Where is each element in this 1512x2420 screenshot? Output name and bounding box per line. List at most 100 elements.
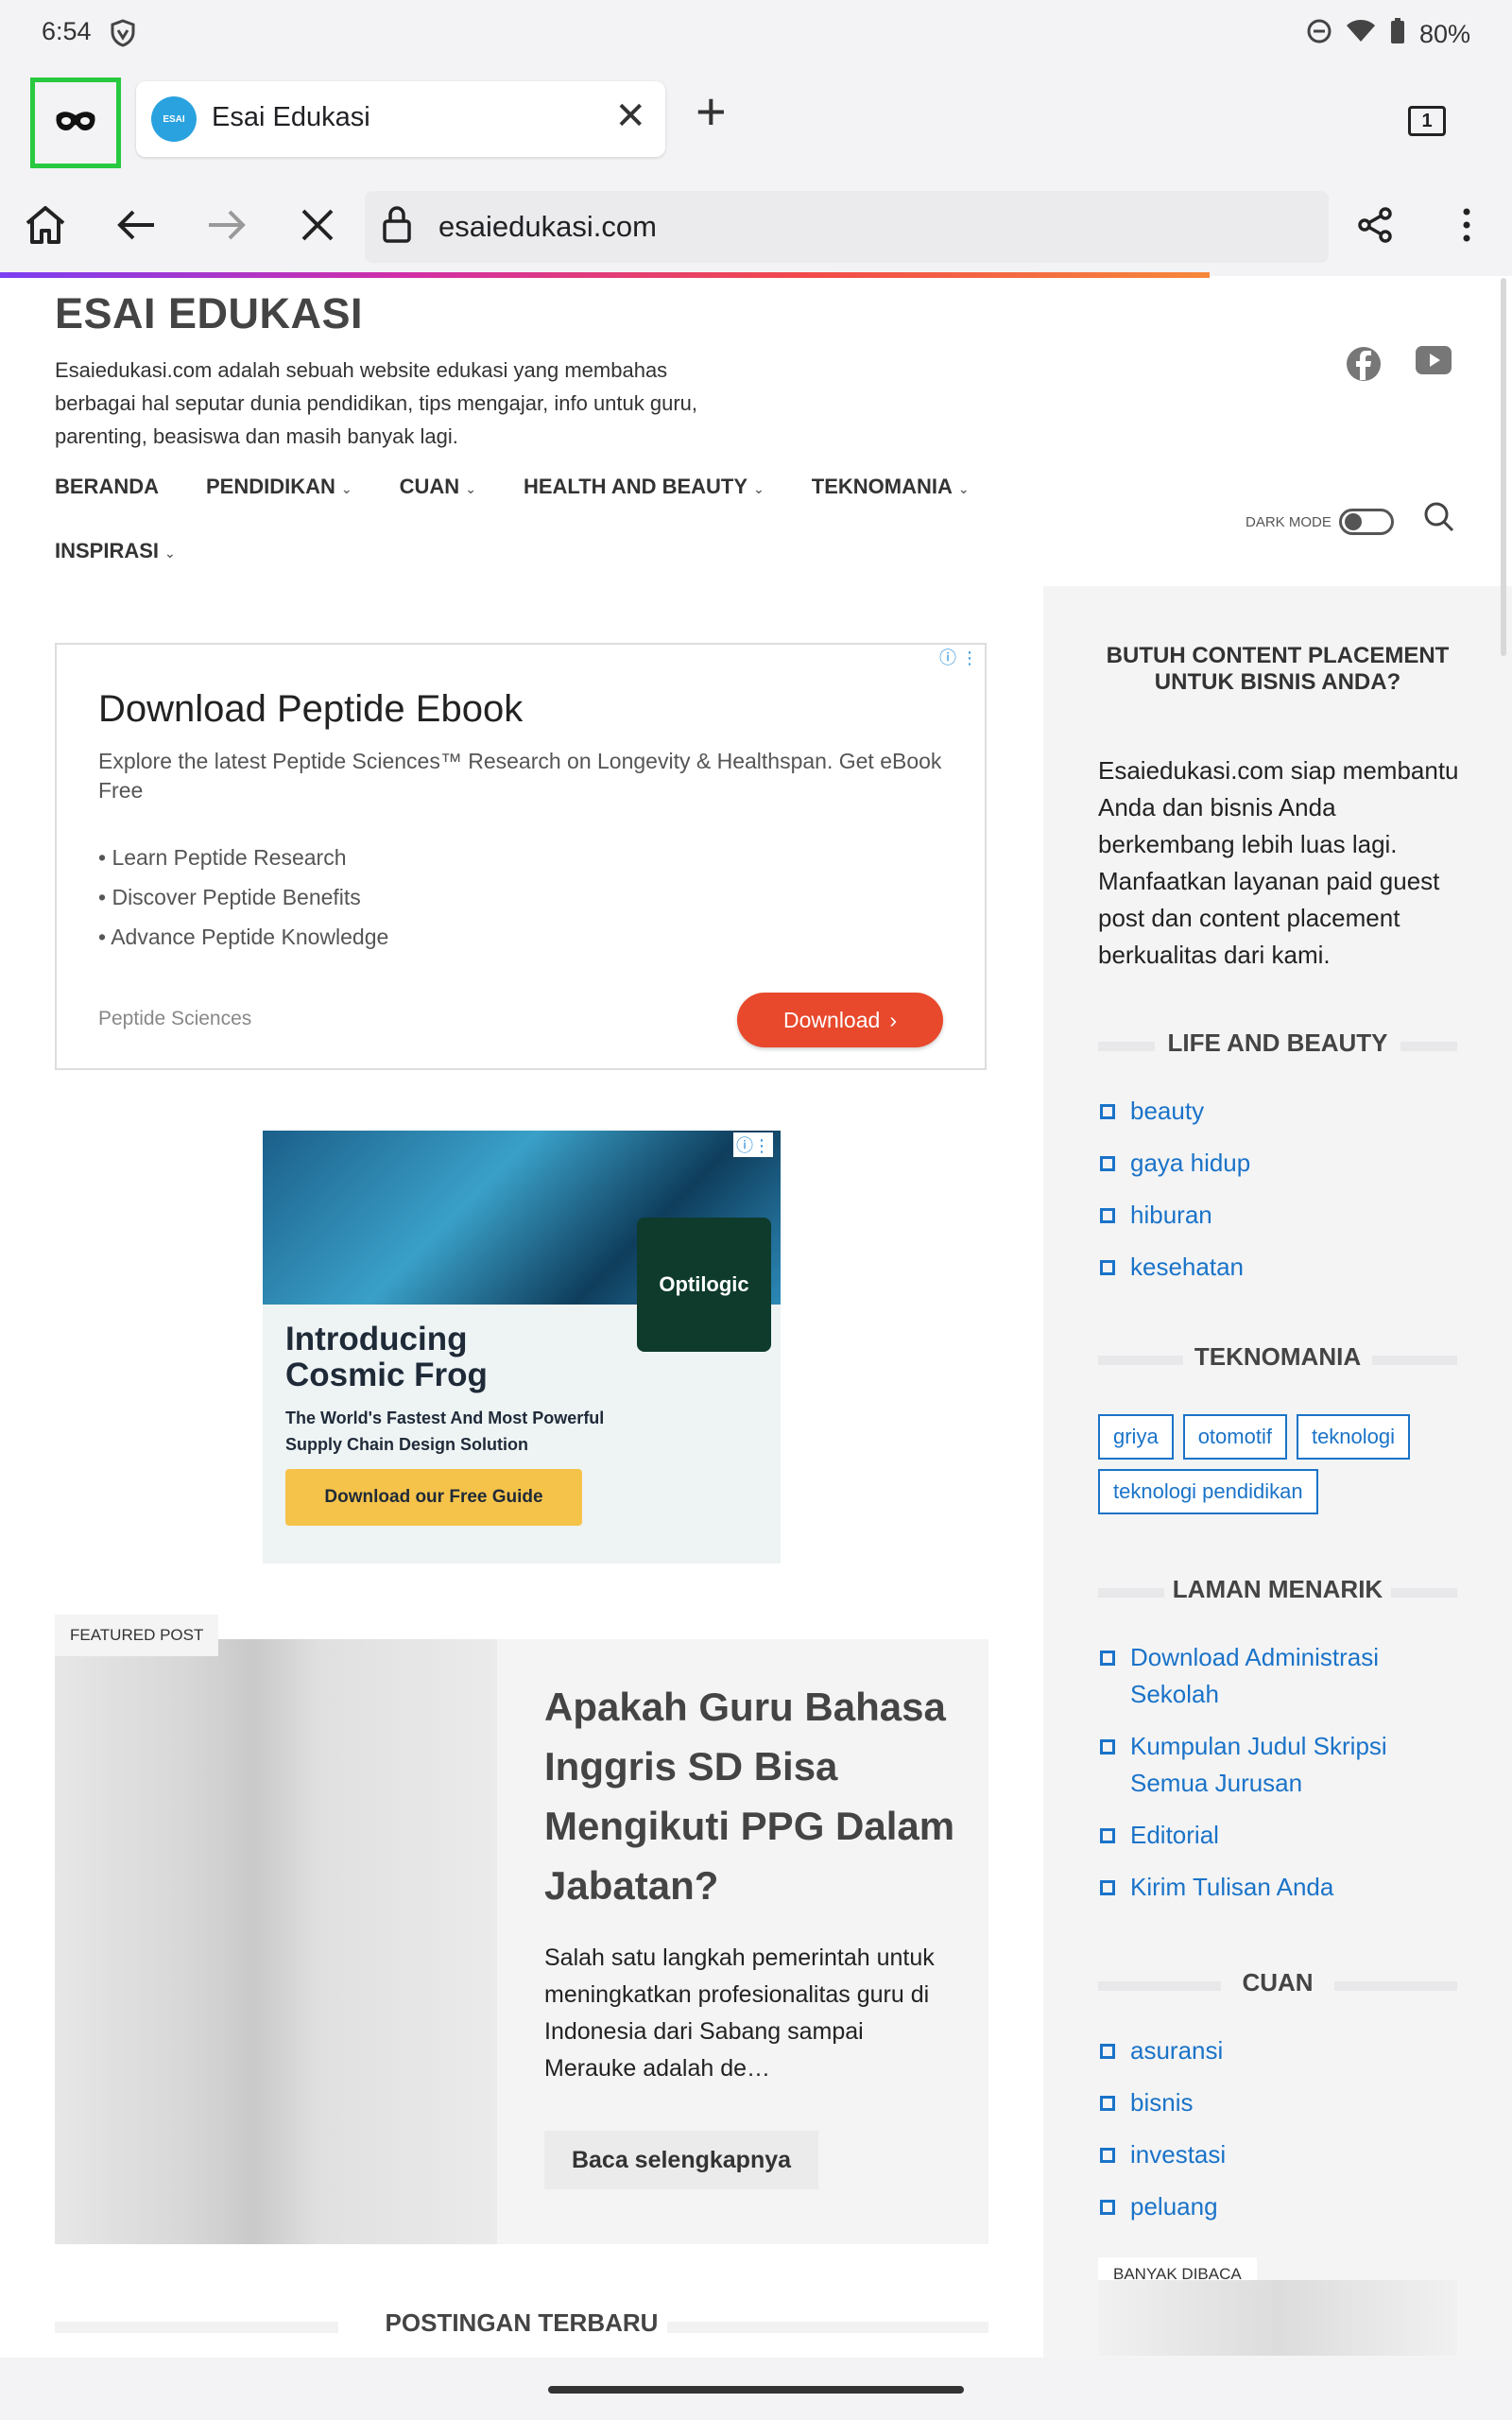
forward-arrow-icon[interactable] — [198, 197, 255, 253]
sidebar: BUTUH CONTENT PLACEMENT UNTUK BISNIS AND… — [1043, 586, 1512, 2363]
ad-bullet: • Discover Peptide Benefits — [98, 885, 361, 909]
facebook-icon[interactable] — [1346, 346, 1382, 390]
close-tab-icon[interactable]: ✕ — [614, 95, 646, 138]
laman-menarik-list: Download Administrasi Sekolah Kumpulan J… — [1098, 1639, 1467, 1921]
featured-post-image[interactable] — [55, 1639, 497, 2244]
mask-icon — [55, 110, 96, 137]
featured-post-title[interactable]: Apakah Guru Bahasa Inggris SD Bisa Mengi… — [544, 1677, 960, 1915]
home-icon[interactable] — [17, 197, 74, 253]
nav-teknomania[interactable]: TEKNOMANIA ⌄ — [812, 475, 970, 499]
nav-pendidikan-label: PENDIDIKAN — [206, 475, 335, 498]
cuan-heading: CUAN — [1098, 1964, 1457, 2002]
tab-esai-edukasi[interactable]: ESAI Esai Edukasi ✕ — [136, 81, 665, 157]
sidebar-link-kesehatan[interactable]: kesehatan — [1098, 1249, 1467, 1286]
sidebar-link-editorial[interactable]: Editorial — [1098, 1817, 1467, 1854]
read-more-button[interactable]: Baca selengkapnya — [544, 2131, 818, 2189]
status-time: 6:54 — [42, 17, 92, 45]
sidebar-link-judul-skripsi[interactable]: Kumpulan Judul Skripsi Semua Jurusan — [1098, 1728, 1467, 1802]
share-icon[interactable] — [1348, 197, 1404, 253]
nav-inspirasi[interactable]: INSPIRASI ⌄ — [55, 539, 176, 563]
new-tab-plus-icon[interactable]: + — [696, 85, 727, 138]
sidebar-link-kirim-tulisan[interactable]: Kirim Tulisan Anda — [1098, 1869, 1467, 1906]
status-icons: 80% — [1306, 17, 1470, 52]
ad-bullet-text: Discover Peptide Benefits — [112, 885, 361, 909]
browser-toolbar: esaiedukasi.com — [0, 174, 1512, 276]
ad2-subtext: The World's Fastest And Most Powerful Sup… — [285, 1405, 604, 1458]
nav-pendidikan[interactable]: PENDIDIKAN ⌄ — [206, 475, 352, 499]
life-beauty-list: beauty gaya hidup hiburan kesehatan — [1098, 1093, 1467, 1301]
ad-description: Explore the latest Peptide Sciences™ Res… — [98, 749, 942, 803]
sidebar-link-investasi[interactable]: investasi — [1098, 2136, 1467, 2173]
toggle-switch[interactable] — [1338, 509, 1394, 535]
ad2-headline: Introducing Cosmic Frog — [285, 1322, 488, 1393]
tag-griya[interactable]: griya — [1098, 1414, 1174, 1460]
home-gesture-handle[interactable] — [548, 2386, 964, 2394]
private-browsing-button[interactable] — [30, 78, 121, 168]
tab-title: Esai Edukasi — [212, 102, 370, 132]
back-arrow-icon[interactable] — [108, 197, 164, 253]
tab-counter[interactable]: 1 — [1408, 106, 1446, 136]
sidebar-link-beauty[interactable]: beauty — [1098, 1093, 1467, 1130]
peptide-ad[interactable]: ⓘ ⋮ Download Peptide Ebook Explore the l… — [55, 643, 987, 1070]
chevron-right-icon: › — [889, 1007, 897, 1032]
nav-cuan[interactable]: CUAN ⌄ — [400, 475, 476, 499]
tag-teknologi-pendidikan[interactable]: teknologi pendidikan — [1098, 1469, 1318, 1514]
laman-menarik-heading: LAMAN MENARIK — [1098, 1571, 1457, 1609]
ad-bullet: • Advance Peptide Knowledge — [98, 925, 389, 949]
tag-teknologi[interactable]: teknologi — [1296, 1414, 1411, 1460]
teknomania-tags: griya otomotif teknologi teknologi pendi… — [1098, 1414, 1467, 1514]
nav-cuan-label: CUAN — [399, 475, 460, 498]
lock-icon[interactable] — [382, 204, 412, 249]
ad-info-icon[interactable]: ⓘ⋮ — [733, 1132, 773, 1157]
chevron-down-icon: ⌄ — [164, 545, 176, 561]
nav-beranda[interactable]: BERANDA — [55, 475, 159, 499]
page-scrollbar[interactable] — [1501, 278, 1506, 656]
site-title[interactable]: ESAI EDUKASI — [55, 289, 363, 338]
ad-bullet-text: Advance Peptide Knowledge — [111, 925, 389, 949]
chevron-down-icon: ⌄ — [753, 481, 765, 496]
dark-mode-toggle[interactable]: DARK MODE — [1246, 509, 1394, 535]
stop-loading-icon[interactable] — [289, 197, 346, 253]
chevron-down-icon: ⌄ — [465, 481, 476, 496]
sidebar-link-administrasi[interactable]: Download Administrasi Sekolah — [1098, 1639, 1467, 1713]
teknomania-title: TEKNOMANIA — [1194, 1342, 1362, 1371]
search-icon[interactable] — [1423, 501, 1455, 538]
cosmic-frog-ad[interactable]: ⓘ⋮ Optilogic Introducing Cosmic Frog The … — [263, 1131, 781, 1564]
ad-download-button[interactable]: Download › — [737, 993, 943, 1047]
ad2-download-guide-button[interactable]: Download our Free Guide — [285, 1469, 582, 1526]
tag-otomotif[interactable]: otomotif — [1182, 1414, 1287, 1460]
laman-menarik-title: LAMAN MENARIK — [1172, 1575, 1383, 1603]
battery-icon — [1389, 17, 1406, 52]
nav-teknomania-label: TEKNOMANIA — [811, 475, 953, 498]
address-bar[interactable]: esaiedukasi.com — [365, 191, 1329, 263]
life-beauty-heading: LIFE AND BEAUTY — [1098, 1025, 1457, 1063]
ad2-subtext-line1: The World's Fastest And Most Powerful — [285, 1409, 605, 1427]
vpn-shield-icon — [110, 19, 136, 52]
ad-headline[interactable]: Download Peptide Ebook — [98, 688, 523, 731]
battery-percent: 80% — [1418, 20, 1470, 48]
ad-brand: Peptide Sciences — [98, 1008, 252, 1029]
sidebar-link-bisnis[interactable]: bisnis — [1098, 2084, 1467, 2121]
dnd-icon — [1306, 18, 1332, 51]
promo-text: Esaiedukasi.com siap membantu Anda dan b… — [1098, 756, 1459, 969]
sidebar-link-hiburan[interactable]: hiburan — [1098, 1197, 1467, 1234]
chevron-down-icon: ⌄ — [957, 481, 970, 496]
latest-posts-title: POSTINGAN TERBARU — [385, 2308, 659, 2337]
tab-strip: ESAI Esai Edukasi ✕ + 1 — [0, 68, 1512, 174]
gesture-nav-bar — [0, 2358, 1512, 2420]
youtube-icon[interactable] — [1416, 346, 1452, 383]
sidebar-link-gaya-hidup[interactable]: gaya hidup — [1098, 1145, 1467, 1182]
ad2-headline-line2: Cosmic Frog — [285, 1357, 488, 1393]
nav-health-and-beauty[interactable]: HEALTH AND BEAUTY ⌄ — [524, 475, 765, 499]
ad-info-icon[interactable]: ⓘ ⋮ — [939, 645, 978, 669]
ad-bullet-text: Learn Peptide Research — [112, 845, 347, 870]
wifi-icon — [1346, 19, 1376, 50]
overflow-menu-icon[interactable] — [1438, 197, 1495, 253]
ad2-subtext-line2: Supply Chain Design Solution — [285, 1435, 529, 1454]
life-beauty-title: LIFE AND BEAUTY — [1167, 1028, 1388, 1057]
sidebar-link-peluang[interactable]: peluang — [1098, 2188, 1467, 2225]
url-text: esaiedukasi.com — [438, 210, 657, 243]
sidebar-link-asuransi[interactable]: asuransi — [1098, 2032, 1467, 2069]
featured-post-label: FEATURED POST — [55, 1615, 219, 1656]
popular-post-thumbnail[interactable] — [1098, 2280, 1457, 2356]
